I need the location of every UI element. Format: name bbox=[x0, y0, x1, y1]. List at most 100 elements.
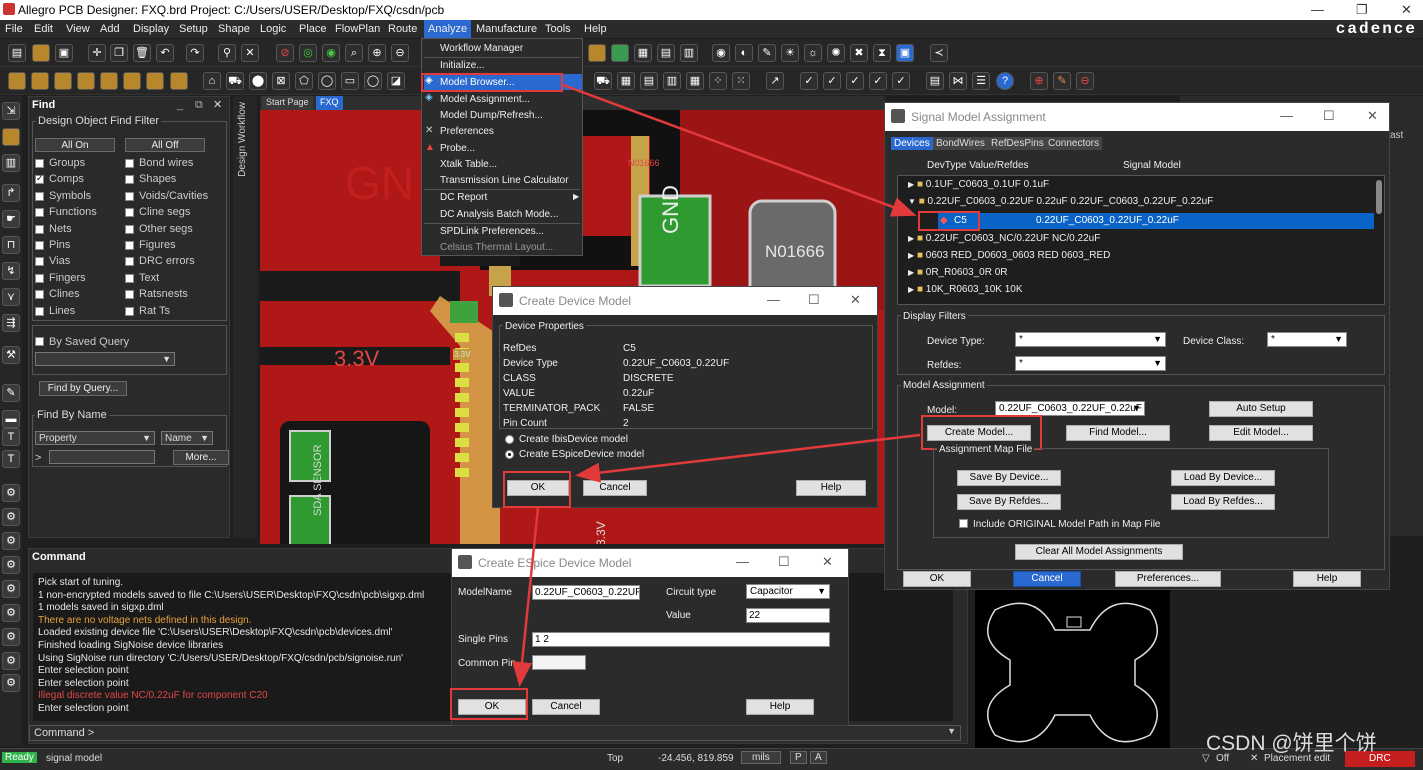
tool-2-icon[interactable] bbox=[2, 128, 20, 146]
zoom-out-icon[interactable]: ⊖ bbox=[391, 44, 409, 62]
menu-shape[interactable]: Shape bbox=[218, 23, 250, 35]
filter-checkbox[interactable]: ✓ bbox=[35, 173, 44, 185]
undo-icon[interactable]: ↶ bbox=[156, 44, 174, 62]
tree-item[interactable]: ▶ ■ 0603 RED_D0603_0603 RED 0603_RED bbox=[908, 250, 1110, 261]
table-icon[interactable]: ▤ bbox=[640, 72, 658, 90]
maximize-icon[interactable]: ☐ bbox=[778, 554, 790, 570]
assign-icon[interactable]: ▣ bbox=[896, 44, 914, 62]
redo-icon[interactable]: ↷ bbox=[186, 44, 204, 62]
route-icon[interactable]: ⬤ bbox=[249, 72, 267, 90]
truck-icon[interactable]: ⛟ bbox=[226, 72, 244, 90]
ibis-radio[interactable] bbox=[505, 435, 514, 444]
tab-connectors[interactable]: Connectors bbox=[1045, 137, 1103, 150]
tool-11-icon[interactable]: ✎ bbox=[2, 384, 20, 402]
include-original-checkbox[interactable] bbox=[959, 519, 968, 528]
menu-item-dc-analysis-batch[interactable]: DC Analysis Batch Mode... bbox=[440, 209, 558, 220]
a-button[interactable]: A bbox=[810, 751, 827, 764]
panel-float-icon[interactable]: ⧉ bbox=[195, 99, 203, 112]
menu-analyze[interactable]: Analyze bbox=[424, 20, 472, 38]
menu-place[interactable]: Place bbox=[299, 23, 327, 35]
load-by-device-button[interactable]: Load By Device... bbox=[1171, 470, 1275, 486]
filter-checkbox[interactable] bbox=[125, 175, 134, 185]
remove-probe-icon[interactable]: ⊖ bbox=[1076, 72, 1094, 90]
tool-18-icon[interactable]: ⚙ bbox=[2, 556, 20, 574]
menu-item-spdlink-preferences[interactable]: SPDLink Preferences... bbox=[440, 226, 544, 237]
auto-setup-button[interactable]: Auto Setup bbox=[1209, 401, 1313, 417]
tree-item[interactable]: ▶ ■ 10K_R0603_10K 10K bbox=[908, 284, 1023, 295]
close-icon[interactable]: ✕ bbox=[1401, 2, 1412, 18]
menu-item-xtalk-table[interactable]: Xtalk Table... bbox=[440, 159, 497, 170]
check3-icon[interactable]: ✓ bbox=[846, 72, 864, 90]
menu-item-model-assignment[interactable]: Model Assignment... bbox=[440, 94, 530, 105]
stop-icon[interactable]: ⊘ bbox=[276, 44, 294, 62]
name-input[interactable] bbox=[49, 450, 155, 464]
filter-checkbox[interactable] bbox=[35, 224, 44, 234]
tool-17-icon[interactable]: ⚙ bbox=[2, 532, 20, 550]
save-icon[interactable]: ▣ bbox=[55, 44, 73, 62]
place-icon[interactable]: ⌂ bbox=[203, 72, 221, 90]
check2-icon[interactable]: ✓ bbox=[823, 72, 841, 90]
filter-checkbox[interactable] bbox=[35, 273, 44, 283]
go-icon[interactable]: ◎ bbox=[299, 44, 317, 62]
filter-checkbox[interactable] bbox=[35, 306, 44, 316]
tool-5-icon[interactable]: ☛ bbox=[2, 210, 20, 228]
shape-icon[interactable]: ◯ bbox=[318, 72, 336, 90]
filter-checkbox[interactable] bbox=[125, 290, 134, 300]
units-select[interactable]: mils bbox=[741, 751, 781, 764]
edit-model-button[interactable]: Edit Model... bbox=[1209, 425, 1313, 441]
maximize-icon[interactable]: ❐ bbox=[1356, 2, 1368, 18]
close-icon[interactable]: ✕ bbox=[1367, 108, 1378, 124]
all-on-button[interactable]: All On bbox=[35, 138, 115, 152]
help-icon[interactable]: ? bbox=[996, 72, 1014, 90]
shadow-icon[interactable]: ◐ bbox=[735, 44, 753, 62]
check1-icon[interactable]: ✓ bbox=[800, 72, 818, 90]
zoom-fit-icon[interactable]: ⌕ bbox=[345, 44, 363, 62]
slash-icon[interactable]: ◪ bbox=[387, 72, 405, 90]
device-type-select[interactable]: * ▼ bbox=[1015, 332, 1166, 347]
color-icon[interactable] bbox=[611, 44, 629, 62]
load-by-refdes-button[interactable]: Load By Refdes... bbox=[1171, 494, 1275, 510]
refdes-select[interactable]: * ▼ bbox=[1015, 356, 1166, 371]
model-name-field[interactable]: 0.22UF_C0603_0.22UF_0. bbox=[532, 585, 640, 600]
command-input[interactable]: Command > ▼ bbox=[29, 725, 961, 741]
menu-logic[interactable]: Logic bbox=[260, 23, 286, 35]
filter-checkbox[interactable] bbox=[35, 290, 44, 300]
find-model-button[interactable]: Find Model... bbox=[1066, 425, 1170, 441]
filter-checkbox[interactable] bbox=[35, 241, 44, 250]
panel-close-icon[interactable]: ✕ bbox=[213, 98, 222, 111]
menu-setup[interactable]: Setup bbox=[179, 23, 208, 35]
tree-item[interactable]: ▶ ■ 0.22UF_C0603_NC/0.22UF NC/0.22uF bbox=[908, 233, 1100, 244]
tree-item[interactable]: ▶ ■ 0R_R0603_0R 0R bbox=[908, 267, 1007, 278]
sma-cancel-button[interactable]: Cancel bbox=[1013, 571, 1081, 587]
filter-checkbox[interactable] bbox=[125, 257, 134, 267]
tab-bondwires[interactable]: BondWires bbox=[933, 137, 988, 150]
find-by-query-button[interactable]: Find by Query... bbox=[39, 381, 127, 396]
property-select[interactable]: Property ▼ bbox=[35, 431, 155, 445]
probe-icon[interactable]: ✎ bbox=[1053, 72, 1071, 90]
rect-icon[interactable]: ▭ bbox=[341, 72, 359, 90]
text-edit-icon[interactable]: T bbox=[2, 450, 20, 468]
filter-checkbox[interactable] bbox=[125, 273, 134, 283]
design-workflow-strip[interactable]: Design Workflow bbox=[233, 96, 257, 538]
save-by-refdes-button[interactable]: Save By Refdes... bbox=[957, 494, 1061, 510]
brightness-icon[interactable]: ☀ bbox=[781, 44, 799, 62]
box-icon[interactable]: ⊠ bbox=[272, 72, 290, 90]
tool-6-icon[interactable]: ⊓ bbox=[2, 236, 20, 254]
menu-item-initialize[interactable]: Initialize... bbox=[440, 60, 484, 71]
tool-20-icon[interactable]: ⚙ bbox=[2, 604, 20, 622]
tool-4-icon[interactable]: ↱ bbox=[2, 184, 20, 202]
highlight-icon[interactable]: ✎ bbox=[758, 44, 776, 62]
pin-icon[interactable]: ⚲ bbox=[218, 44, 236, 62]
unpin-icon[interactable]: ✕ bbox=[241, 44, 259, 62]
tool-21-icon[interactable]: ⚙ bbox=[2, 628, 20, 646]
menu-edit[interactable]: Edit bbox=[34, 23, 53, 35]
property-icon[interactable]: ▤ bbox=[657, 44, 675, 62]
sma-help-button[interactable]: Help bbox=[1293, 571, 1361, 587]
bowtie-icon[interactable]: ⋈ bbox=[949, 72, 967, 90]
menu-file[interactable]: File bbox=[5, 23, 23, 35]
more-button[interactable]: More... bbox=[173, 450, 229, 465]
tab-start-page[interactable]: Start Page bbox=[262, 96, 313, 110]
menu-display[interactable]: Display bbox=[133, 23, 169, 35]
p-button[interactable]: P bbox=[790, 751, 807, 764]
close-icon[interactable]: ✕ bbox=[850, 292, 861, 308]
